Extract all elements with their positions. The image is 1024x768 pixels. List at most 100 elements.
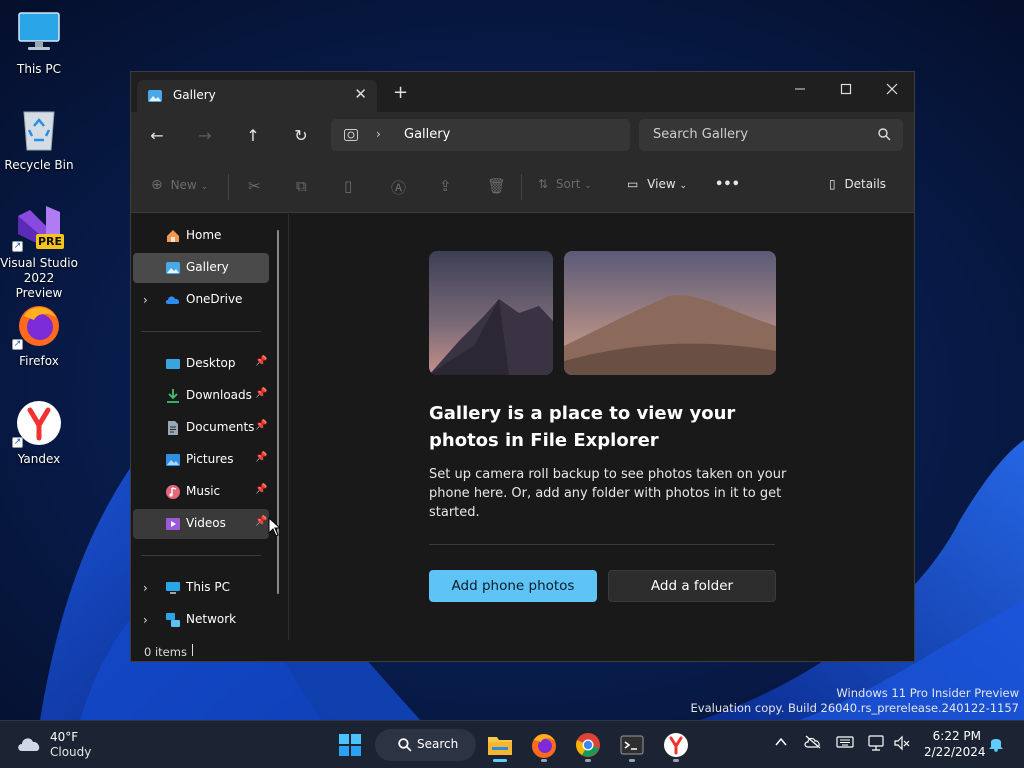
volume-muted-icon	[894, 735, 910, 751]
desktop-icon-yandex[interactable]: ↗ Yandex	[0, 400, 78, 467]
nav-label: Home	[186, 228, 222, 242]
pin-icon[interactable]: 📌	[255, 388, 267, 399]
chevron-right-icon[interactable]: ›	[143, 581, 148, 595]
close-window-button[interactable]	[869, 77, 915, 105]
desktop-icon-label: Firefox	[19, 354, 59, 368]
terminal-icon	[620, 735, 644, 755]
watermark-line2: Evaluation copy. Build 26040.rs_prerelea…	[690, 701, 1019, 715]
rename-icon[interactable]: Ⓐ	[391, 177, 406, 198]
pane-divider[interactable]	[288, 214, 289, 640]
chevron-down-icon: ⌄	[679, 181, 688, 191]
start-button[interactable]	[334, 729, 366, 761]
nav-label: Network	[186, 612, 237, 626]
refresh-button[interactable]: ↻	[289, 124, 313, 148]
taskbar-firefox[interactable]	[528, 729, 560, 762]
nav-item-network[interactable]: › Network	[133, 605, 269, 635]
add-folder-button[interactable]: Add a folder	[608, 570, 776, 602]
status-bar: 0 items	[131, 640, 914, 662]
desktop-icon-visual-studio[interactable]: PRE ↗ Visual Studio 2022 Preview	[0, 204, 78, 301]
clock[interactable]: 6:22 PM 2/22/2024	[924, 728, 986, 760]
network-wired-icon	[868, 735, 884, 751]
running-indicator	[629, 759, 635, 762]
add-phone-photos-button[interactable]: Add phone photos	[429, 570, 597, 602]
separator	[521, 174, 522, 200]
pin-icon[interactable]: 📌	[255, 516, 267, 527]
evaluation-watermark: Windows 11 Pro Insider Preview Evaluatio…	[691, 686, 1019, 716]
cloud-icon	[18, 738, 40, 751]
pin-icon[interactable]: 📌	[255, 420, 267, 431]
nav-item-this-pc[interactable]: › This PC	[133, 573, 269, 603]
notifications-button[interactable]	[988, 734, 1004, 755]
maximize-icon	[840, 83, 852, 95]
input-indicator-button[interactable]	[836, 735, 854, 752]
nav-item-onedrive[interactable]: › OneDrive	[133, 285, 269, 315]
desktop-icon-label: Yandex	[17, 452, 61, 466]
new-tab-icon[interactable]: +	[393, 82, 408, 103]
desktop-icon-label: Visual Studio 2022 Preview	[0, 256, 78, 300]
nav-label: This PC	[186, 580, 230, 594]
chevron-up-icon	[775, 737, 787, 746]
nav-item-downloads[interactable]: Downloads 📌	[133, 381, 269, 411]
maximize-button[interactable]	[823, 77, 869, 105]
close-tab-icon[interactable]: ✕	[354, 85, 367, 103]
home-icon	[165, 228, 181, 247]
desktop-folder-icon	[165, 356, 181, 375]
nav-item-desktop[interactable]: Desktop 📌	[133, 349, 269, 379]
desktop-icon-label: This PC	[17, 62, 61, 76]
delete-icon[interactable]: 🗑	[487, 177, 506, 195]
back-button[interactable]: ←	[145, 124, 169, 148]
desktop-icon-firefox[interactable]: ↗ Firefox	[0, 302, 78, 369]
chevron-right-icon[interactable]: ›	[143, 293, 148, 307]
new-button[interactable]: ⊕ New ⌄	[151, 177, 208, 193]
view-button[interactable]: ▭ View ⌄	[627, 177, 687, 191]
taskbar-search-button[interactable]: Search	[375, 729, 476, 761]
pin-icon[interactable]: 📌	[255, 484, 267, 495]
pin-icon[interactable]: 📌	[255, 356, 267, 367]
taskbar-chrome[interactable]	[572, 729, 604, 762]
bell-icon	[989, 739, 1003, 752]
nav-item-documents[interactable]: Documents 📌	[133, 413, 269, 443]
nav-item-videos[interactable]: Videos 📌	[133, 509, 269, 539]
search-box[interactable]: Search Gallery	[639, 119, 903, 151]
more-options-icon[interactable]: •••	[715, 177, 740, 192]
taskbar-terminal[interactable]	[616, 729, 648, 762]
breadcrumb-gallery[interactable]: Gallery	[404, 127, 450, 142]
nav-item-pictures[interactable]: Pictures 📌	[133, 445, 269, 475]
nav-label: Pictures	[186, 452, 234, 466]
details-button[interactable]: ▯ Details	[829, 177, 886, 191]
documents-icon	[165, 420, 181, 439]
copy-icon[interactable]: ⧉	[296, 177, 307, 195]
desktop-icon-recycle-bin[interactable]: Recycle Bin	[0, 106, 78, 173]
empty-state-description: Set up camera roll backup to see photos …	[429, 467, 787, 520]
up-button[interactable]: ↑	[241, 124, 265, 148]
file-explorer-window: Gallery ✕ + ← → ↑ ↻ › Gallery Search Gal…	[130, 71, 915, 662]
view-label: View	[647, 177, 676, 191]
chevron-right-icon[interactable]: ›	[143, 613, 148, 627]
windows-logo-icon	[339, 734, 361, 756]
clock-time: 6:22 PM	[932, 729, 981, 743]
paste-icon[interactable]: ▯	[344, 177, 352, 195]
desktop-icon-this-pc[interactable]: This PC	[0, 10, 78, 77]
nav-scrollbar[interactable]	[277, 230, 279, 594]
address-bar[interactable]: › Gallery	[331, 119, 630, 151]
nav-item-music[interactable]: Music 📌	[133, 477, 269, 507]
forward-button[interactable]: →	[193, 124, 217, 148]
volume-tray-button[interactable]	[893, 735, 911, 754]
taskbar-file-explorer[interactable]	[484, 729, 516, 762]
network-tray-button[interactable]	[867, 735, 885, 754]
gallery-outline-icon	[343, 127, 359, 146]
share-icon[interactable]: ⇪	[439, 177, 452, 195]
onedrive-tray-button[interactable]	[804, 735, 822, 752]
tab-gallery[interactable]: Gallery ✕	[137, 80, 377, 112]
cut-icon[interactable]: ✂	[248, 177, 261, 195]
sort-button[interactable]: ⇅ Sort ⌄	[538, 177, 592, 191]
nav-item-gallery[interactable]: Gallery	[133, 253, 269, 283]
taskbar-yandex[interactable]	[660, 729, 692, 762]
show-hidden-icons-button[interactable]	[774, 735, 788, 752]
minimize-button[interactable]	[777, 77, 823, 105]
weather-temperature: 40°F	[50, 730, 79, 744]
nav-item-home[interactable]: Home	[133, 221, 269, 251]
cloud-offline-icon	[804, 735, 821, 749]
pin-icon[interactable]: 📌	[255, 452, 267, 463]
keyboard-icon	[836, 736, 854, 748]
